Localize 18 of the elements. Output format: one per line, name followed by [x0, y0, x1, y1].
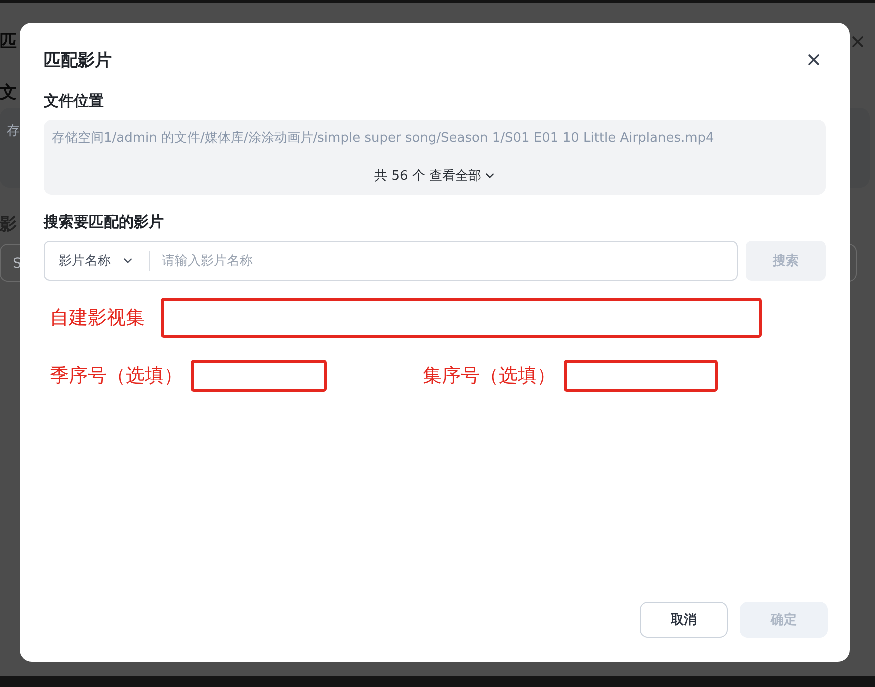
annotation-label: 自建影视集 [50, 306, 145, 331]
cancel-button[interactable]: 取消 [640, 602, 728, 638]
section-label: 文件位置 [44, 91, 105, 112]
chevron-down-icon [485, 171, 496, 181]
view-all-link[interactable]: 查看全部 [429, 167, 496, 185]
chevron-down-icon [123, 256, 133, 266]
annotation-label: 集序号（选填） [423, 364, 556, 389]
page-text: 文 [0, 82, 17, 104]
close-icon[interactable] [808, 54, 820, 66]
section-label: 搜索要匹配的影片 [44, 212, 165, 233]
type-dropdown[interactable]: 影片名称 [45, 252, 149, 270]
annotation-label: 季序号（选填） [50, 364, 183, 389]
count-text: 共 56 个 [374, 168, 426, 185]
search-field[interactable]: 影片名称 请输入影片名称 [44, 241, 738, 281]
dialog-title: 匹配影片 [44, 50, 112, 72]
page-text: 匹 [0, 31, 17, 53]
page-text: 存 [7, 123, 20, 140]
file-path: 存储空间1/admin 的文件/媒体库/涂涂动画片/simple super song/Season 1/S01 E01 10 Little Airplanes.mp4 [52, 130, 716, 148]
